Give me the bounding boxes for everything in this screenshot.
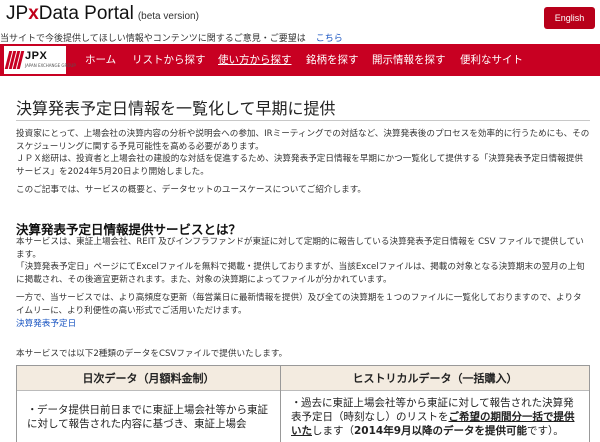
portal-title-prefix: JP (6, 3, 29, 24)
daily-data-text: データ提供日前日までに東証上場会社等から東証に対して報告された内容に基づき、東証… (27, 404, 268, 430)
body-paragraph-4: 本サービスでは以下2種類のデータをCSVファイルで提供いたします。 (16, 349, 288, 359)
notice-text: 当サイトで今後提供してほしい情報やコンテンツに関するご意見・ご要望は (0, 34, 306, 44)
nav-useful-sites[interactable]: 便利なサイト (460, 44, 523, 76)
portal-title[interactable]: JPxData Portal (beta version) (6, 3, 199, 25)
daily-data-cell: ・データ提供日前日までに東証上場会社等から東証に対して報告された内容に基づき、東… (17, 391, 280, 431)
english-button[interactable]: English (544, 7, 595, 29)
body-paragraph-3: 一方で、当サービスでは、より高頻度な更新（毎営業日に最新情報を提供）及び全ての決… (16, 293, 582, 316)
body-paragraph-2: 「決算発表予定日」ページにてExcelファイルを無料で掲載・提供しておりますが、… (16, 262, 585, 285)
daily-data-column: 日次データ（月額料金制） ・データ提供日前日までに東証上場会社等から東証に対して… (17, 366, 281, 442)
portal-title-x: x (28, 3, 39, 24)
historical-data-cell: ・過去に東証上場会社等から東証に対して報告された決算発表予定日（時刻なし）のリス… (281, 391, 589, 438)
feedback-link[interactable]: こちら (316, 34, 343, 44)
nav-search-list[interactable]: リストから探す (132, 44, 206, 76)
nav-home[interactable]: ホーム (85, 44, 116, 76)
beta-label: (beta version) (137, 11, 199, 22)
nav-search-usage[interactable]: 使い方から探す (218, 44, 292, 76)
intro-paragraph-3: このご記事では、サービスの概要と、データセットのユースケースについてご紹介します… (16, 185, 367, 195)
feedback-notice: 当サイトで今後提供してほしい情報やコンテンツに関するご意見・ご要望は こちら (0, 31, 343, 44)
jpx-logo[interactable]: JPX JAPAN EXCHANGE GROUP (4, 46, 76, 74)
bullet: ・ (291, 397, 302, 409)
jpx-logo-icon (4, 51, 25, 69)
historical-text-3: します（ (312, 425, 354, 437)
intro-paragraph-1: 投資家にとって、上場会社の決算内容の分析や説明会への参加、IRミーティングでの対… (16, 129, 590, 152)
intro-paragraph-2: ＪＰＸ総研は、投資者と上場会社の建設的な対話を促進するため、決算発表予定日情報を… (16, 154, 583, 177)
page-title: 決算発表予定日情報を一覧化して早期に提供 (16, 99, 336, 118)
logo-text: JPX (25, 50, 48, 62)
service-comparison-table: 日次データ（月額料金制） ・データ提供日前日までに東証上場会社等から東証に対して… (16, 365, 590, 442)
earnings-schedule-link[interactable]: 決算発表予定日 (16, 318, 590, 331)
body-paragraph-1: 本サービスは、東証上場会社、REIT 及びインフラファンドが東証に対して定期的に… (16, 237, 584, 260)
portal-title-suffix: Data Portal (38, 3, 134, 24)
title-divider (16, 120, 590, 121)
nav-search-stocks[interactable]: 銘柄を探す (306, 44, 359, 76)
historical-data-column: ヒストリカルデータ（一括購入） ・過去に東証上場会社等から東証に対して報告された… (281, 366, 589, 442)
logo-subtext: JAPAN EXCHANGE GROUP (25, 63, 76, 68)
nav-search-disclosure[interactable]: 開示情報を探す (372, 44, 446, 76)
historical-text-5: です）。 (527, 425, 564, 437)
main-nav: JPX JAPAN EXCHANGE GROUP ホーム リストから探す 使い方… (0, 44, 600, 76)
daily-data-header: 日次データ（月額料金制） (17, 366, 280, 391)
historical-text-period: 2014年9月以降のデータを提供可能 (354, 425, 528, 437)
historical-data-header: ヒストリカルデータ（一括購入） (281, 366, 589, 391)
bullet: ・ (27, 404, 38, 416)
